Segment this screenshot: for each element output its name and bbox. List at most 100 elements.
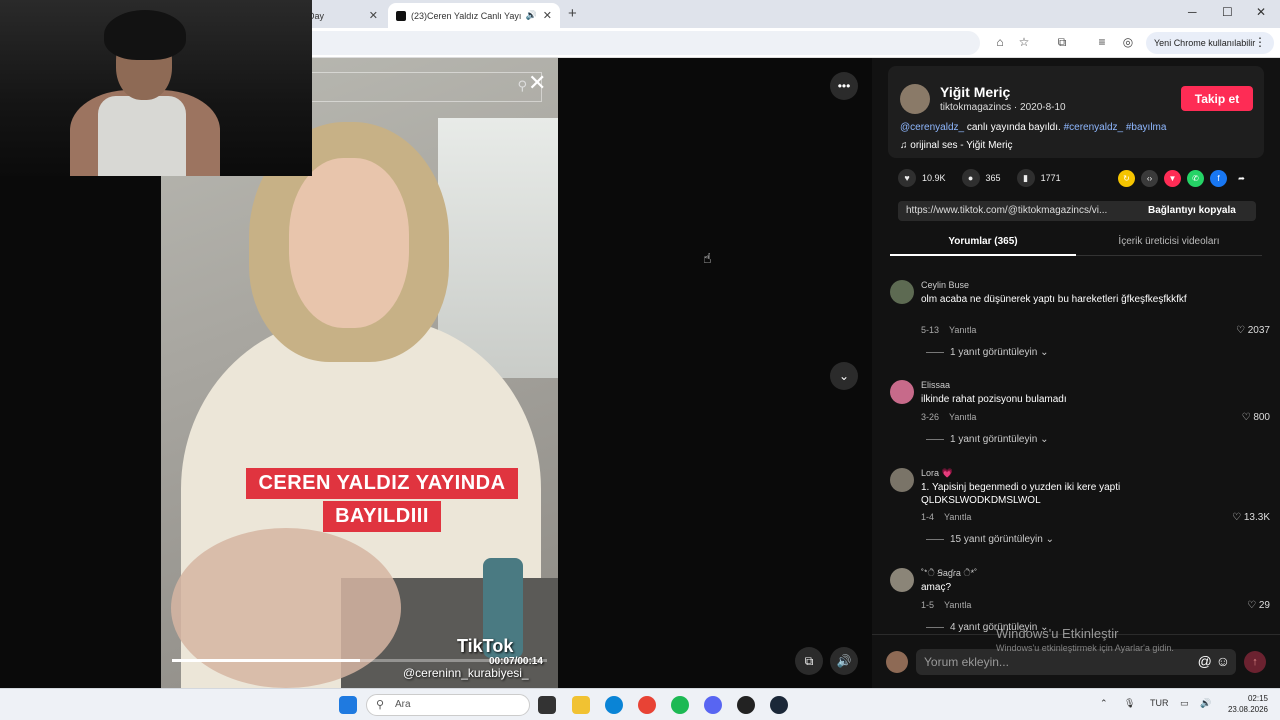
reply-button[interactable]: Yanıtla — [949, 325, 976, 335]
hashtag-links[interactable]: #cerenyaldz_ #bayılma — [1064, 122, 1167, 133]
mention-emoji-icons[interactable]: @ ☺ — [1198, 653, 1230, 669]
bookmark-icon[interactable]: ▮ — [1016, 169, 1035, 187]
comment-meta: 1-4 Yanıtla — [921, 512, 971, 522]
commenter-name[interactable]: Ceylin Buse — [921, 280, 969, 290]
comment-text: 1. Yapisinj begenmedi o yuzden iki kere … — [921, 482, 1121, 506]
address-bar[interactable] — [300, 31, 980, 55]
new-tab-button[interactable]: + — [568, 5, 577, 22]
heart-outline-icon: ♡ — [1236, 325, 1248, 336]
music-note-icon: ♫ — [900, 140, 911, 151]
comment-icon[interactable]: ● — [961, 169, 980, 187]
browser-tab-day[interactable]: Day ✕ — [300, 3, 386, 28]
media-icon[interactable]: ≡ — [1094, 34, 1110, 50]
view-replies-button[interactable]: 15 yanıt görüntüleyin ⌄ — [926, 534, 1054, 545]
chrome-icon[interactable] — [638, 696, 656, 714]
comment-like[interactable]: ♡ 800 — [1242, 412, 1270, 423]
windows-start-icon[interactable] — [339, 696, 357, 714]
commenter-name[interactable]: Elissaa — [921, 380, 950, 390]
share-arrow-icon[interactable]: ➦ — [1233, 170, 1250, 187]
copy-link-button[interactable]: Bağlantıyı kopyala — [1148, 205, 1236, 216]
microphone-icon[interactable]: 🎙 — [1124, 698, 1135, 709]
commenter-avatar[interactable] — [890, 280, 914, 304]
maximize-button[interactable]: ☐ — [1222, 5, 1233, 19]
view-replies-label: 1 yanıt görüntüleyin — [950, 434, 1038, 445]
star-icon[interactable]: ☆ — [1016, 34, 1032, 50]
reply-button[interactable]: Yanıtla — [949, 412, 976, 422]
more-options-button[interactable]: ••• — [830, 72, 858, 100]
view-replies-button[interactable]: 1 yanıt görüntüleyin ⌄ — [926, 347, 1048, 358]
video-progress-bar[interactable] — [172, 659, 547, 662]
windows-taskbar: ⚲ Ara ⌃ 🎙 TUR ▭ 🔊 02:15 23.08.2026 — [0, 688, 1280, 720]
spotify-icon[interactable] — [671, 696, 689, 714]
volume-tray-icon[interactable]: 🔊 — [1200, 698, 1211, 709]
whatsapp-icon[interactable]: ✆ — [1187, 170, 1204, 187]
comment-item: Ceylin Buse olm acaba ne düşünerek yaptı… — [890, 280, 1270, 360]
close-video-icon[interactable]: ✕ — [528, 70, 546, 96]
next-video-button[interactable]: ⌄ — [830, 362, 858, 390]
follow-button[interactable]: Takip et — [1181, 86, 1253, 111]
pip-icon[interactable]: ⧉ — [795, 647, 823, 675]
video-progress-fill — [172, 659, 360, 662]
task-view-icon[interactable] — [538, 696, 556, 714]
repost-icon[interactable]: ↻ — [1118, 170, 1135, 187]
video-person-face — [289, 158, 409, 328]
comment-like[interactable]: ♡ 13.3K — [1232, 512, 1270, 523]
mouse-cursor-icon: ☝ — [703, 250, 712, 266]
author-avatar[interactable] — [900, 84, 930, 114]
input-language[interactable]: TUR — [1150, 698, 1169, 708]
tab-comments[interactable]: Yorumlar (365) — [890, 236, 1076, 247]
discord-icon[interactable] — [704, 696, 722, 714]
commenter-avatar[interactable] — [890, 468, 914, 492]
close-window-button[interactable]: ✕ — [1256, 5, 1266, 19]
send-icon[interactable]: ▼ — [1164, 170, 1181, 187]
facebook-icon[interactable]: f — [1210, 170, 1227, 187]
translate-icon[interactable]: ⌂ — [992, 34, 1008, 50]
comment-date: 5-13 — [921, 325, 940, 335]
heart-icon[interactable]: ♥ — [898, 169, 916, 187]
volume-icon[interactable]: 🔊 — [830, 647, 858, 675]
commenter-name[interactable]: Lora 💗 — [921, 468, 953, 479]
search-icon[interactable]: ⚲ — [517, 78, 527, 94]
obs-icon[interactable] — [737, 696, 755, 714]
network-icon[interactable]: ▭ — [1180, 698, 1189, 709]
reply-button[interactable]: Yanıtla — [944, 512, 971, 522]
browser-tab-tiktok[interactable]: (23)Ceren Yaldız Canlı Yayınd 🔊 ✕ — [388, 3, 560, 28]
extensions-icon[interactable]: ⧉ — [1054, 34, 1070, 50]
tab-creator-videos[interactable]: İçerik üreticisi videoları — [1076, 236, 1262, 247]
menu-icon[interactable]: ⋮ — [1254, 35, 1266, 49]
comment-input-placeholder: Yorum ekleyin... — [924, 655, 1009, 669]
tab-close-icon[interactable]: ✕ — [369, 9, 378, 22]
chrome-update-button[interactable]: Yeni Chrome kullanılabilir ⋮ — [1146, 32, 1274, 54]
embed-icon[interactable]: ‹› — [1141, 170, 1158, 187]
video-hand — [171, 528, 401, 688]
author-name[interactable]: Yiğit Meriç — [940, 84, 1010, 100]
description-text: canlı yayında bayıldı. — [964, 122, 1064, 133]
sound-link[interactable]: ♫ orijinal ses - Yiğit Meriç — [900, 140, 1013, 151]
steam-icon[interactable] — [770, 696, 788, 714]
clock-time: 02:15 — [1247, 694, 1268, 703]
comment-like[interactable]: ♡ 2037 — [1236, 325, 1270, 336]
tab-close-icon[interactable]: ✕ — [543, 9, 552, 22]
user-avatar[interactable] — [886, 651, 908, 673]
taskbar-search-label: Ara — [395, 699, 411, 710]
commenter-avatar[interactable] — [890, 380, 914, 404]
commenter-name[interactable]: ˚*ੈ Ꞩaɠɾa ੈ*˚ — [921, 568, 977, 579]
mention-link[interactable]: @cerenyaldz_ — [900, 122, 964, 133]
profile-icon[interactable]: ◎ — [1120, 34, 1136, 50]
comment-text: ilkinde rahat pozisyonu bulamadı — [921, 394, 1067, 405]
like-count: 10.9K — [922, 173, 946, 183]
send-comment-button[interactable]: ↑ — [1244, 651, 1266, 673]
edge-icon[interactable] — [605, 696, 623, 714]
taskbar-search[interactable]: ⚲ Ara — [366, 694, 530, 716]
commenter-avatar[interactable] — [890, 568, 914, 592]
speaker-icon[interactable]: 🔊 — [526, 10, 537, 21]
file-explorer-icon[interactable] — [572, 696, 590, 714]
taskbar-clock[interactable]: 02:15 23.08.2026 — [1222, 693, 1268, 715]
view-replies-button[interactable]: 1 yanıt görüntüleyin ⌄ — [926, 434, 1048, 445]
tray-chevron-icon[interactable]: ⌃ — [1100, 698, 1108, 709]
heart-outline-icon: ♡ — [1232, 512, 1244, 523]
minimize-button[interactable]: ─ — [1188, 5, 1197, 19]
reply-button[interactable]: Yanıtla — [944, 600, 971, 610]
comment-like[interactable]: ♡ 29 — [1247, 600, 1270, 611]
search-input[interactable]: ⚲ — [312, 72, 542, 102]
